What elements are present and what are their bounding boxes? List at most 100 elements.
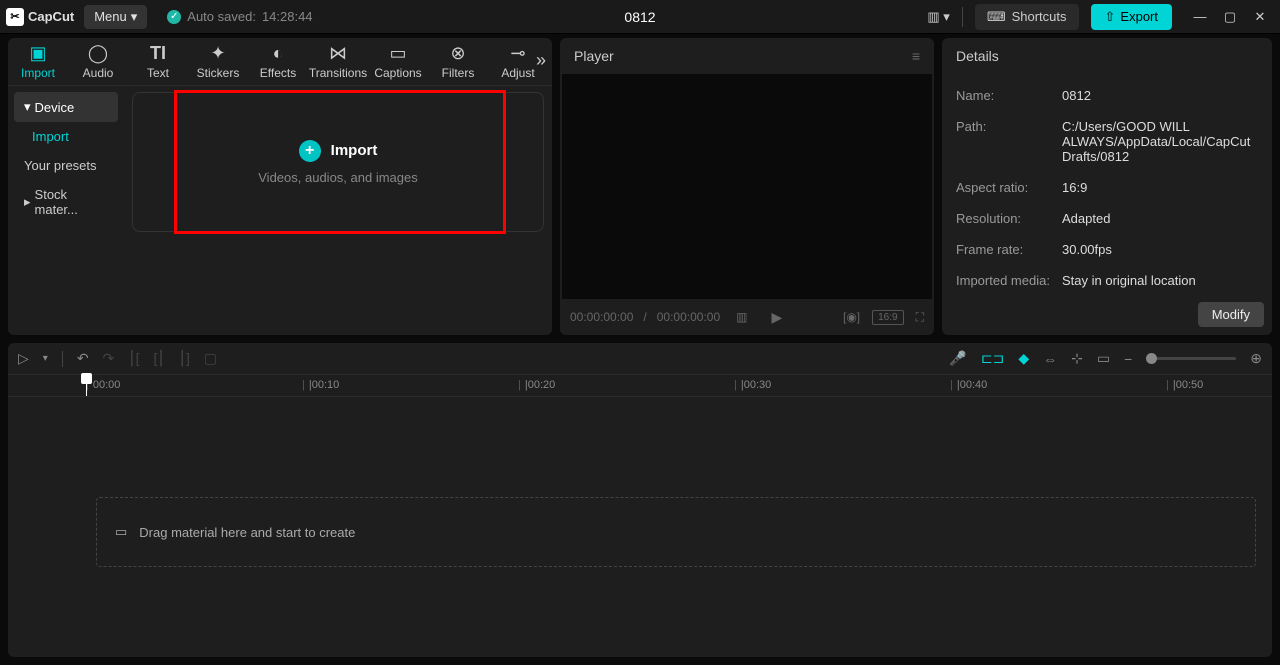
- adjust-icon: ⊸: [510, 44, 525, 64]
- detail-row-framerate: Frame rate:30.00fps: [956, 234, 1258, 265]
- minimize-button[interactable]: —: [1192, 9, 1208, 25]
- redo-button[interactable]: ↷: [103, 350, 115, 367]
- ruler-tick: |00:20: [518, 379, 555, 391]
- captions-icon: ▭: [389, 44, 406, 64]
- tab-captions[interactable]: ▭Captions: [368, 44, 428, 80]
- sidebar-item-import[interactable]: Import: [14, 122, 118, 151]
- compare-icon[interactable]: ▥: [736, 310, 747, 324]
- layout-icon[interactable]: ▥ ▾: [927, 9, 949, 25]
- sidebar-item-device[interactable]: ▾Device: [14, 92, 118, 122]
- crop-button[interactable]: ▢: [204, 350, 217, 367]
- shortcuts-label: Shortcuts: [1012, 9, 1067, 24]
- menu-label: Menu: [94, 9, 127, 24]
- ruler-tick: |00:40: [950, 379, 987, 391]
- fullscreen-icon[interactable]: ⛶: [916, 310, 924, 325]
- transitions-icon: ⋈: [329, 44, 347, 64]
- film-icon: ▭: [115, 524, 127, 540]
- import-icon: ▣: [29, 44, 46, 64]
- timeline-panel: ▷ ▾ ↶ ↷ ⎮[ [⎮ ⎮] ▢ 🎤 ⊏⊐ ◆ ⇔ ⊹ ▭ − ⊕ 00:0…: [8, 343, 1272, 657]
- selection-tool[interactable]: ▷: [18, 350, 29, 367]
- timeline-toolbar: ▷ ▾ ↶ ↷ ⎮[ [⎮ ⎮] ▢ 🎤 ⊏⊐ ◆ ⇔ ⊹ ▭ − ⊕: [8, 343, 1272, 375]
- auto-snap-icon[interactable]: ◆: [1018, 350, 1029, 367]
- import-card[interactable]: + Import Videos, audios, and images: [132, 92, 544, 232]
- details-body: Name:0812 Path:C:/Users/GOOD WILL ALWAYS…: [942, 74, 1272, 300]
- tab-import[interactable]: ▣Import: [8, 44, 68, 80]
- undo-button[interactable]: ↶: [77, 350, 89, 367]
- details-panel: Details Name:0812 Path:C:/Users/GOOD WIL…: [942, 38, 1272, 335]
- export-label: Export: [1120, 9, 1158, 24]
- audio-icon: ◯: [88, 44, 108, 64]
- media-content: + Import Videos, audios, and images: [124, 86, 552, 335]
- close-button[interactable]: ✕: [1252, 9, 1268, 25]
- stickers-icon: ✦: [210, 44, 225, 64]
- split-button[interactable]: ⎮[: [128, 350, 139, 367]
- more-tabs-icon[interactable]: »: [536, 50, 546, 71]
- details-title: Details: [956, 48, 999, 64]
- separator: [962, 7, 963, 27]
- menu-button[interactable]: Menu ▾: [84, 5, 147, 29]
- tab-filters[interactable]: ⊗Filters: [428, 44, 488, 80]
- preview-axis-icon[interactable]: ⊹: [1071, 350, 1083, 367]
- chevron-down-icon: ▾: [24, 99, 31, 115]
- dropzone-label: Drag material here and start to create: [139, 525, 355, 540]
- sidebar-item-stock[interactable]: ▸Stock mater...: [14, 180, 118, 224]
- import-subtitle: Videos, audios, and images: [258, 170, 417, 185]
- logo-icon: ✂: [6, 8, 24, 26]
- chevron-down-icon: ▾: [131, 9, 138, 25]
- player-controls: 00:00:00:00 / 00:00:00:00 ▥ ▶ [◉] 16:9 ⛶: [560, 299, 934, 335]
- app-logo: ✂ CapCut: [6, 8, 74, 26]
- playhead[interactable]: [86, 375, 87, 396]
- tab-audio[interactable]: ◯Audio: [68, 44, 128, 80]
- autosave-status: ✓ Auto saved: 14:28:44: [167, 9, 312, 24]
- scale-icon[interactable]: [◉]: [843, 310, 860, 324]
- shortcuts-button[interactable]: ⌨ Shortcuts: [975, 4, 1079, 30]
- mic-icon[interactable]: 🎤: [949, 350, 966, 367]
- player-header: Player ≡: [560, 38, 934, 74]
- zoom-in-icon[interactable]: ⊕: [1250, 350, 1262, 367]
- tab-stickers[interactable]: ✦Stickers: [188, 44, 248, 80]
- export-button[interactable]: ⇧ Export: [1091, 4, 1172, 30]
- zoom-out-icon[interactable]: −: [1124, 351, 1132, 367]
- keyboard-icon: ⌨: [987, 9, 1006, 25]
- detail-row-imported: Imported media:Stay in original location: [956, 265, 1258, 296]
- check-icon: ✓: [167, 10, 181, 24]
- delete-left-button[interactable]: [⎮: [153, 350, 164, 367]
- link-icon[interactable]: ⇔: [1043, 351, 1057, 367]
- ruler-tick: |00:30: [734, 379, 771, 391]
- time-current: 00:00:00:00: [570, 310, 633, 324]
- details-header: Details: [942, 38, 1272, 74]
- modify-button[interactable]: Modify: [1198, 302, 1264, 327]
- autosave-prefix: Auto saved:: [187, 9, 256, 24]
- player-panel: Player ≡ 00:00:00:00 / 00:00:00:00 ▥ ▶ […: [560, 38, 934, 335]
- player-title: Player: [574, 48, 614, 64]
- ruler-tick: |00:50: [1166, 379, 1203, 391]
- tab-effects[interactable]: ◐Effects: [248, 44, 308, 80]
- autosave-time: 14:28:44: [262, 9, 313, 24]
- timeline-ruler[interactable]: 00:00 |00:10 |00:20 |00:30 |00:40 |00:50: [8, 375, 1272, 397]
- timeline-tracks[interactable]: ▭ Drag material here and start to create: [8, 397, 1272, 657]
- player-viewport[interactable]: [562, 74, 932, 299]
- titlebar: ✂ CapCut Menu ▾ ✓ Auto saved: 14:28:44 0…: [0, 0, 1280, 34]
- tab-text[interactable]: TIText: [128, 44, 188, 80]
- player-menu-icon[interactable]: ≡: [912, 48, 920, 64]
- maximize-button[interactable]: ▢: [1222, 9, 1238, 25]
- detail-row-resolution: Resolution:Adapted: [956, 203, 1258, 234]
- aspect-ratio-badge[interactable]: 16:9: [872, 310, 903, 325]
- timeline-dropzone[interactable]: ▭ Drag material here and start to create: [96, 497, 1256, 567]
- ruler-tick: |00:10: [302, 379, 339, 391]
- tool-tabs: ▣Import ◯Audio TIText ✦Stickers ◐Effects…: [8, 38, 552, 86]
- app-name: CapCut: [28, 9, 74, 24]
- chevron-right-icon: ▸: [24, 194, 31, 210]
- main-row: ▣Import ◯Audio TIText ✦Stickers ◐Effects…: [0, 34, 1280, 339]
- effects-icon: ◐: [273, 44, 284, 64]
- tab-transitions[interactable]: ⋈Transitions: [308, 44, 368, 80]
- sidebar-item-presets[interactable]: Your presets: [14, 151, 118, 180]
- zoom-slider[interactable]: [1146, 357, 1236, 360]
- play-button[interactable]: ▶: [772, 309, 783, 326]
- plus-icon: +: [299, 140, 321, 162]
- magnet-icon[interactable]: ⊏⊐: [981, 350, 1004, 367]
- export-icon: ⇧: [1105, 9, 1116, 25]
- track-preview-icon[interactable]: ▭: [1097, 350, 1110, 367]
- selection-dropdown[interactable]: ▾: [43, 353, 48, 364]
- delete-right-button[interactable]: ⎮]: [179, 350, 190, 367]
